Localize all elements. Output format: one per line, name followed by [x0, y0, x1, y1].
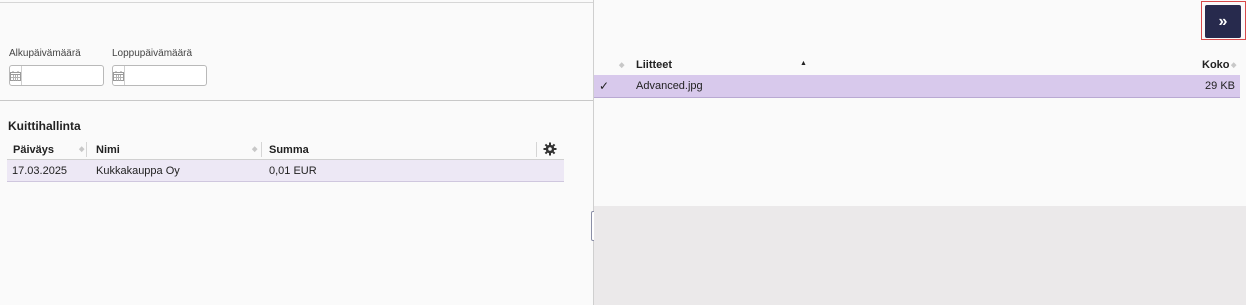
cell-attachment-name[interactable]: Advanced.jpg — [636, 80, 703, 92]
cell-name: Kukkakauppa Oy — [96, 165, 180, 177]
column-resizer[interactable] — [86, 142, 87, 157]
cell-date: 17.03.2025 — [12, 165, 68, 177]
end-date-field[interactable] — [112, 65, 271, 86]
column-header-size[interactable]: Koko — [1202, 59, 1230, 71]
cell-size: 29 KB — [1205, 80, 1235, 92]
calendar-icon[interactable] — [10, 66, 22, 85]
end-date-label: Loppupäivämäärä — [112, 48, 193, 59]
empty-area — [594, 206, 1246, 305]
column-header-date[interactable]: Päiväys — [13, 144, 54, 156]
receipts-table-header: Päiväys ◆ Nimi ◆ Summa — [7, 139, 564, 160]
receipts-table: Päiväys ◆ Nimi ◆ Summa 17.03.2025 Kukkak… — [7, 139, 564, 182]
attachments-table: ◆ Liitteet ▲ Koko ◆ ✓ Advanced.jpg 29 KB — [594, 56, 1240, 98]
filters-divider — [0, 100, 594, 101]
receipts-pane: Alkupäivämäärä Loppupäivämäärä Kuittihal… — [0, 0, 594, 305]
sort-icon[interactable]: ◆ — [252, 145, 257, 153]
table-row[interactable]: ✓ Advanced.jpg 29 KB — [594, 75, 1240, 98]
end-date-filter: Loppupäivämäärä — [112, 48, 271, 86]
table-row[interactable]: 17.03.2025 Kukkakauppa Oy 0,01 EUR — [7, 160, 564, 182]
sort-ascending-icon[interactable]: ▲ — [800, 60, 807, 67]
expand-button-focus-ring: » — [1201, 1, 1246, 40]
start-date-filter: Alkupäivämäärä — [9, 48, 168, 86]
column-header-attachments[interactable]: Liitteet — [636, 59, 672, 71]
calendar-icon[interactable] — [113, 66, 125, 85]
column-header-name[interactable]: Nimi — [96, 144, 120, 156]
gear-icon[interactable] — [543, 142, 557, 156]
start-date-label: Alkupäivämäärä — [9, 48, 81, 59]
app-root: Alkupäivämäärä Loppupäivämäärä Kuittihal… — [0, 0, 1246, 305]
checkmark-icon[interactable]: ✓ — [599, 79, 609, 93]
sort-icon[interactable]: ◆ — [1231, 61, 1236, 69]
sort-icon[interactable]: ◆ — [79, 145, 84, 153]
column-resizer[interactable] — [261, 142, 262, 157]
date-filters: Alkupäivämäärä Loppupäivämäärä — [0, 0, 594, 100]
column-resizer[interactable] — [536, 142, 537, 157]
receipts-title: Kuittihallinta — [8, 119, 81, 133]
expand-button[interactable]: » — [1205, 5, 1241, 38]
end-date-input[interactable] — [125, 66, 271, 85]
attachments-table-header: ◆ Liitteet ▲ Koko ◆ — [594, 56, 1240, 75]
start-date-field[interactable] — [9, 65, 168, 86]
column-header-amount[interactable]: Summa — [269, 144, 309, 156]
attachments-pane: » ◆ Liitteet ▲ Koko ◆ ✓ Advanced.jpg 29 … — [594, 0, 1246, 305]
cell-amount: 0,01 EUR — [269, 165, 317, 177]
select-column-sort-icon[interactable]: ◆ — [619, 61, 624, 69]
